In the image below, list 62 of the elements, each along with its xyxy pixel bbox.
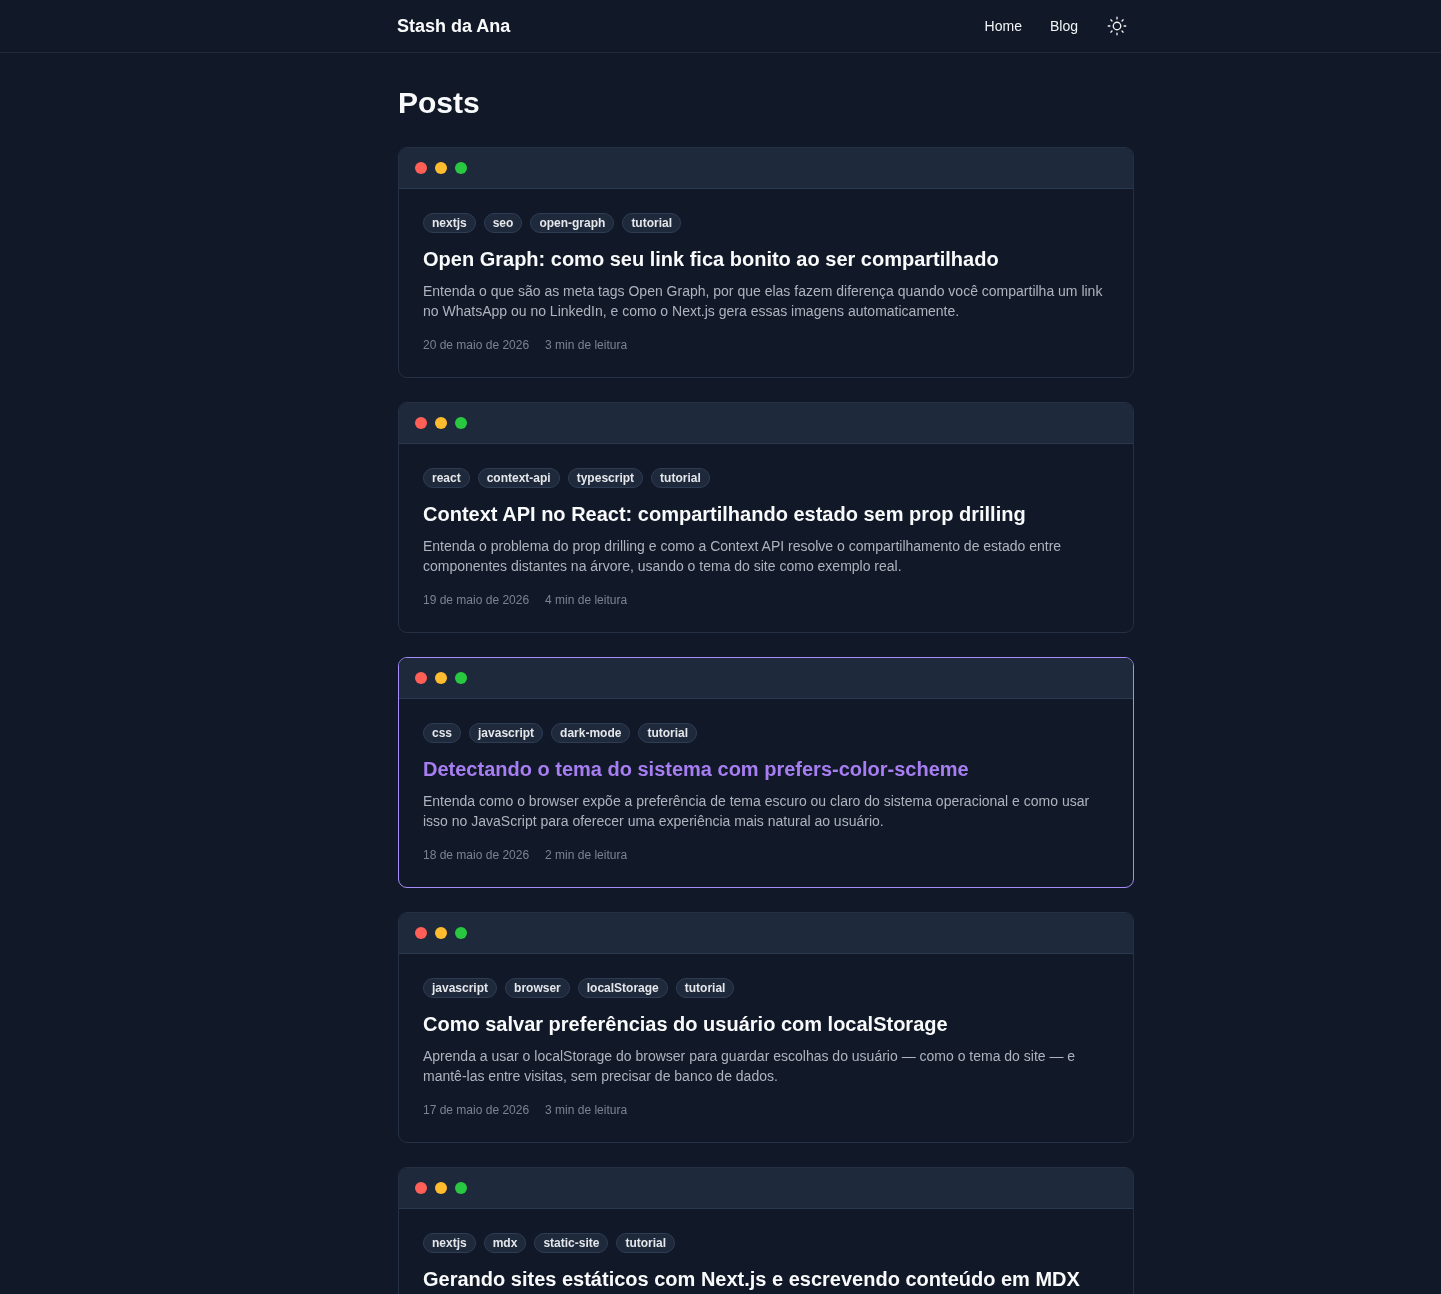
window-dot-icon — [435, 672, 447, 684]
window-dot-icon — [435, 417, 447, 429]
reading-time: 3 min de leitura — [545, 1102, 628, 1118]
post-date: 17 de maio de 2026 — [423, 1102, 530, 1118]
tag: nextjs — [423, 1233, 476, 1253]
tag: nextjs — [423, 213, 476, 233]
tag: open-graph — [530, 213, 615, 233]
nav-link[interactable]: Blog — [1049, 18, 1078, 34]
tag: tutorial — [622, 213, 682, 233]
window-dot-icon — [455, 927, 467, 939]
post-date: 20 de maio de 2026 — [423, 337, 530, 353]
tag: typescript — [567, 468, 644, 488]
post-title-link[interactable]: Detectando o tema do sistema com prefers-color-scheme — [423, 755, 1109, 783]
tag: css — [423, 723, 462, 743]
post-card[interactable] — [398, 657, 1134, 888]
tag: static-site — [534, 1233, 609, 1253]
post-excerpt: Entenda o que são as meta tags Open Graph, por que elas fazem diferença quando você compartilha um link no WhatsApp ou no LinkedIn, e como o Next.js gera essas imagens automaticamente. — [423, 282, 1104, 321]
tag: tutorial — [638, 723, 698, 743]
post-card[interactable] — [398, 912, 1134, 1143]
tag: localStorage — [577, 978, 668, 998]
tag: seo — [483, 213, 523, 233]
post-card[interactable]: nextjs mdx static-site tutorial Gerando sites estáticos com Next.js e escrevendo conteúdo em MDX — [398, 1167, 1134, 1294]
post-excerpt: Entenda o problema do prop drilling e como a Context API resolve o compartilhamento de estado entre componentes distantes na árvore, usando o tema do site como exemplo real. — [423, 537, 1063, 576]
window-dot-icon — [455, 1182, 467, 1194]
tag: javascript — [469, 723, 544, 743]
post-card[interactable] — [398, 402, 1134, 633]
post-title-link[interactable]: Como salvar preferências do usuário com localStorage — [423, 1010, 1109, 1038]
window-dot-icon — [455, 162, 467, 174]
window-dot-icon — [435, 927, 447, 939]
window-dot-icon — [415, 672, 427, 684]
window-dot-icon — [415, 1182, 427, 1194]
site-logo[interactable]: Stash da Ana — [397, 15, 511, 37]
tag: tutorial — [675, 978, 735, 998]
tag: react — [423, 468, 470, 488]
sun-icon — [1107, 16, 1127, 36]
post-date: 18 de maio de 2026 — [423, 847, 530, 863]
window-dot-icon — [415, 927, 427, 939]
page-heading: Posts — [398, 85, 481, 121]
reading-time: 3 min de leitura — [545, 337, 628, 353]
window-dot-icon — [455, 672, 467, 684]
window-dot-icon — [435, 1182, 447, 1194]
window-dot-icon — [415, 162, 427, 174]
window-dot-icon — [435, 162, 447, 174]
post-excerpt: Aprenda a usar o localStorage do browser para guardar escolhas do usuário — como o tema do site — e mantê-las entre visitas, sem precisar de banco de dados. — [423, 1047, 1077, 1086]
tag: browser — [505, 978, 570, 998]
post-excerpt: Entenda como o browser expõe a preferência de tema escuro ou claro do sistema operacional e como usar isso no JavaScript para oferecer uma experiência mais natural ao usuário. — [423, 792, 1091, 831]
tag: dark-mode — [551, 723, 631, 743]
tag: tutorial — [616, 1233, 676, 1253]
nav-link[interactable]: Home — [984, 18, 1022, 34]
window-dot-icon — [455, 417, 467, 429]
tag: tutorial — [651, 468, 710, 488]
tag: mdx — [483, 1233, 527, 1253]
post-date: 19 de maio de 2026 — [423, 592, 530, 608]
tag: javascript — [423, 978, 498, 998]
post-title-link[interactable]: Open Graph: como seu link fica bonito ao ser compartilhado — [423, 245, 1109, 273]
post-title-link[interactable]: Gerando sites estáticos com Next.js e escrevendo conteúdo em MDX — [423, 1265, 1109, 1293]
window-dot-icon — [415, 417, 427, 429]
reading-time: 2 min de leitura — [545, 847, 628, 863]
post-title-link[interactable]: Context API no React: compartilhando estado sem prop drilling — [423, 500, 1109, 528]
post-card[interactable] — [398, 147, 1134, 378]
reading-time: 4 min de leitura — [545, 592, 628, 608]
tag: context-api — [477, 468, 560, 488]
